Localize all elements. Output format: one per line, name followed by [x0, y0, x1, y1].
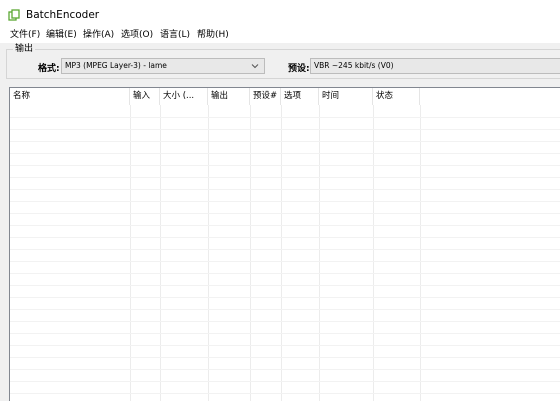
menu-help[interactable]: 帮助(H): [197, 29, 229, 43]
grid-line: [10, 189, 560, 190]
grid-line: [10, 213, 560, 214]
format-dropdown-value: MP3 (MPEG Layer-3) - lame: [65, 61, 167, 70]
column-header-options[interactable]: 选项: [281, 88, 319, 105]
grid-line: [10, 345, 560, 346]
menu-language[interactable]: 语言(L): [160, 29, 190, 43]
menu-edit[interactable]: 编辑(E): [46, 29, 77, 43]
grid-line: [10, 165, 560, 166]
grid-line: [10, 225, 560, 226]
column-header-name[interactable]: 名称: [10, 88, 130, 105]
format-dropdown[interactable]: MP3 (MPEG Layer-3) - lame: [61, 58, 265, 74]
grid-line: [10, 177, 560, 178]
preset-dropdown[interactable]: VBR ~245 kbit/s (V0): [310, 58, 560, 74]
grid-line: [10, 393, 560, 394]
window-title: BatchEncoder: [26, 9, 100, 21]
grid-line: [10, 297, 560, 298]
grid-line: [10, 117, 560, 118]
file-list[interactable]: 名称 输入 大小 (... 输出 预设# 选项 时间 状态: [9, 87, 560, 401]
column-header-status[interactable]: 状态: [373, 88, 420, 105]
preset-dropdown-value: VBR ~245 kbit/s (V0): [314, 61, 394, 70]
grid-line: [10, 333, 560, 334]
menu-action[interactable]: 操作(A): [83, 29, 114, 43]
list-header: 名称 输入 大小 (... 输出 预设# 选项 时间 状态: [10, 88, 560, 105]
column-header-time[interactable]: 时间: [319, 88, 373, 105]
menu-file[interactable]: 文件(F): [10, 29, 40, 43]
menu-bar: 文件(F) 编辑(E) 操作(A) 选项(O) 语言(L) 帮助(H): [0, 29, 560, 43]
menu-options[interactable]: 选项(O): [121, 29, 153, 43]
grid-line: [10, 309, 560, 310]
column-header-input[interactable]: 输入: [130, 88, 160, 105]
title-bar[interactable]: BatchEncoder: [0, 0, 560, 29]
format-label: 格式:: [38, 64, 60, 74]
chevron-down-icon: [251, 64, 259, 69]
grid-line: [10, 141, 560, 142]
grid-line: [10, 153, 560, 154]
grid-line: [10, 201, 560, 202]
app-icon: [8, 9, 20, 21]
grid-line: [10, 261, 560, 262]
grid-line: [10, 249, 560, 250]
column-header-preset[interactable]: 预设#: [250, 88, 281, 105]
grid-line: [10, 357, 560, 358]
grid-line: [10, 381, 560, 382]
grid-line: [10, 321, 560, 322]
column-header-output[interactable]: 输出: [208, 88, 250, 105]
preset-label: 预设:: [288, 64, 310, 74]
output-group-title: 输出: [13, 44, 36, 54]
column-header-size[interactable]: 大小 (...: [160, 88, 208, 105]
grid-line: [10, 369, 560, 370]
grid-line: [10, 285, 560, 286]
grid-line: [10, 273, 560, 274]
grid-line: [10, 237, 560, 238]
grid-line: [10, 129, 560, 130]
